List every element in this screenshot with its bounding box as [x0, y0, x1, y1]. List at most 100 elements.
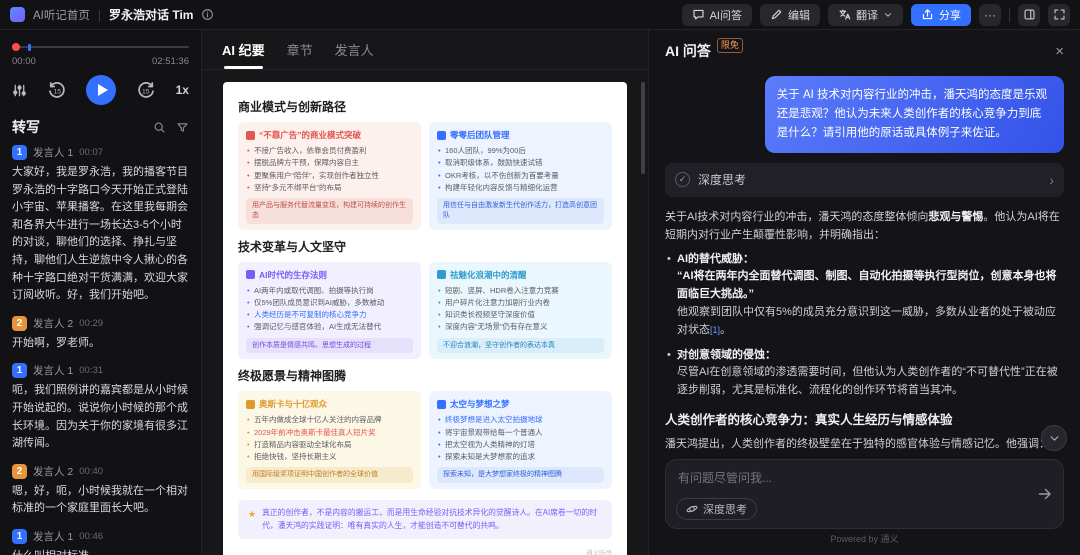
qa-input-box[interactable]: 深度思考	[665, 459, 1064, 529]
card-footer: 用国际级奖项证明中国创作者的全球价值	[246, 467, 413, 483]
summary-card[interactable]: 奥斯卡与十亿观众 五年内做成全球十亿人关注的内容品牌 2029年前冲击奥斯卡最佳…	[238, 391, 421, 489]
transcript-list[interactable]: 1 发言人 1 00:07 大家好，我是罗永浩，我的播客节目罗永浩的十字路口今天…	[0, 143, 201, 555]
deep-think-toggle-label: 深度思考	[703, 501, 747, 517]
deep-think-accordion[interactable]: ✓ 深度思考 ›	[665, 163, 1064, 197]
deep-think-toggle[interactable]: 深度思考	[676, 498, 757, 520]
summary-scroll-area[interactable]: 商业模式与创新路径 “不靠广告”的商业模式突破 不接广告收入，依靠会员付费盈利 …	[202, 70, 648, 555]
translate-button[interactable]: 翻译	[828, 4, 903, 26]
answer-bullet: AI的替代威胁： “AI将在两年内全面替代调图、制图、自动化拍摄等执行型岗位，创…	[665, 251, 1064, 340]
equalizer-icon[interactable]	[12, 83, 27, 98]
card-bullet: 用户碎片化注意力加剧行业内卷	[437, 297, 604, 308]
summary-card[interactable]: AI时代的生存法则 AI两年内或取代调图、拍摄等执行岗 仅5%团队成员意识到AI…	[238, 262, 421, 360]
filter-icon[interactable]	[176, 121, 189, 134]
card-bullet: 拒绝快钱，坚持长期主义	[246, 451, 413, 462]
card-bullet: 仅5%团队成员意识到AI威胁，多数被动	[246, 297, 413, 308]
transcript-text[interactable]: 大家好，我是罗永浩，我的播客节目罗永浩的十字路口今天开始正式登陆小宇宙、苹果播客…	[12, 164, 189, 305]
speed-button[interactable]: 1x	[176, 83, 189, 97]
speaker-name: 发言人 1	[33, 363, 73, 378]
card-bullet: 不接广告收入，依靠会员付费盈利	[246, 145, 413, 156]
transcript-entry[interactable]: 1 发言人 1 00:46 什么叫相对标准。	[12, 529, 189, 555]
card-icon	[437, 270, 446, 279]
transcript-text[interactable]: 呃，我们照例讲的嘉宾都是从小时候开始说起的。说说你小时候的那个成长环境。因为关于…	[12, 382, 189, 452]
tab-speakers[interactable]: 发言人	[335, 30, 374, 69]
card-bullet: OKR考核，以不伤创新为首要考量	[437, 170, 604, 181]
transcript-entry[interactable]: 2 发言人 2 00:40 嗯，好，呃，小时候我就在一个相对标准的一个家庭里面长…	[12, 464, 189, 518]
share-button[interactable]: 分享	[911, 4, 971, 26]
speaker-badge: 1	[12, 529, 27, 544]
card-title: 零零后团队管理	[450, 129, 510, 141]
qa-input-area: 深度思考 Powered by 通义	[649, 449, 1080, 555]
card-icon	[246, 400, 255, 409]
transcript-entry[interactable]: 1 发言人 1 00:07 大家好，我是罗永浩，我的播客节目罗永浩的十字路口今天…	[12, 145, 189, 305]
tab-chapters[interactable]: 章节	[287, 30, 313, 69]
speaker-badge: 1	[12, 363, 27, 378]
tab-ai-summary[interactable]: AI 纪要	[222, 30, 265, 69]
card-bullet: 知识类长视频坚守深度价值	[437, 309, 604, 320]
pencil-icon	[770, 8, 783, 21]
transcript-text[interactable]: 嗯，好，呃，小时候我就在一个相对标准的一个家庭里面长大吧。	[12, 483, 189, 518]
qa-input[interactable]	[678, 469, 1023, 491]
transcript-entry[interactable]: 2 发言人 2 00:29 开始啊，罗老师。	[12, 316, 189, 353]
section-title: 终极愿景与精神图腾	[238, 367, 612, 384]
edit-label: 编辑	[788, 7, 810, 23]
speaker-badge: 2	[12, 464, 27, 479]
scrollbar[interactable]	[641, 82, 645, 174]
summary-card[interactable]: 太空与梦想之梦 终极梦想是进入太空拍摄地球 将宇宙景观带给每一个普通人 把太空视…	[429, 391, 612, 489]
card-icon	[246, 270, 255, 279]
ai-answer: 关于AI技术对内容行业的冲击，潘天鸿的态度整体倾向悲观与警惕。他认为AI将在短期…	[665, 209, 1064, 449]
summary-card[interactable]: “不靠广告”的商业模式突破 不接广告收入，依靠会员付费盈利 摆脱品牌方干预，保障…	[238, 122, 421, 230]
card-bullet: 2029年前冲击奥斯卡最佳真人短片奖	[246, 427, 413, 438]
send-button[interactable]	[1037, 486, 1053, 502]
transcript-entry[interactable]: 1 发言人 1 00:31 呃，我们照例讲的嘉宾都是从小时候开始说起的。说说你小…	[12, 363, 189, 452]
search-icon[interactable]	[153, 121, 166, 134]
qa-panel-title: AI 问答	[665, 41, 711, 61]
speaker-name: 发言人 2	[33, 316, 73, 331]
user-question-bubble: 关于 AI 技术对内容行业的冲击，潘天鸿的态度是乐观还是悲观？他认为未来人类创作…	[765, 76, 1064, 153]
more-button[interactable]: ···	[979, 4, 1001, 26]
transcript-text[interactable]: 开始啊，罗老师。	[12, 335, 189, 353]
check-icon: ✓	[675, 172, 690, 187]
card-bullet: AI两年内或取代调图、拍摄等执行岗	[246, 285, 413, 296]
play-button[interactable]	[86, 75, 116, 105]
main-area: 00:00 02:51:36 15 15 1x	[0, 30, 1080, 555]
send-icon	[1037, 486, 1053, 502]
app-logo-icon	[10, 7, 25, 22]
fullscreen-icon[interactable]	[1048, 4, 1070, 26]
scroll-to-bottom-button[interactable]	[1041, 425, 1067, 451]
card-footer: 创作本质是情感共鸣、思想生成的过程	[246, 338, 413, 354]
breadcrumb-home[interactable]: AI听记首页	[33, 7, 90, 23]
bullet-text: 尽管AI在创意领域的渗透需要时间，但他认为人类创作者的“不可替代性”正在被逐步削…	[677, 366, 1058, 396]
ai-qa-button[interactable]: AI问答	[682, 4, 752, 26]
topbar-actions: AI问答 编辑 翻译 分享 ···	[682, 4, 1070, 26]
card-bullet: 160人团队，99%为00后	[437, 145, 604, 156]
share-icon	[921, 8, 934, 21]
rewind-15-button[interactable]: 15	[47, 80, 67, 100]
transcript-text[interactable]: 什么叫相对标准。	[12, 548, 189, 555]
close-icon[interactable]: ×	[1055, 43, 1064, 60]
summary-card[interactable]: 祛魅化浪潮中的清醒 短剧、竖屏、HDR卷入注意力竞赛 用户碎片化注意力加剧行业内…	[429, 262, 612, 360]
edit-button[interactable]: 编辑	[760, 4, 820, 26]
comment-panel-icon[interactable]	[1018, 4, 1040, 26]
summary-card[interactable]: 零零后团队管理 160人团队，99%为00后 取消职级体系，鼓励快速试错 OKR…	[429, 122, 612, 230]
card-bullet: 短剧、竖屏、HDR卷入注意力竞赛	[437, 285, 604, 296]
timestamp[interactable]: 00:07	[79, 147, 103, 158]
speaker-badge: 2	[12, 316, 27, 331]
timestamp[interactable]: 00:40	[79, 466, 103, 477]
chevron-down-icon	[883, 10, 893, 20]
bullet-text: 。	[720, 324, 731, 336]
timestamp[interactable]: 00:31	[79, 365, 103, 376]
forward-15-button[interactable]: 15	[136, 80, 156, 100]
card-title: 奥斯卡与十亿观众	[259, 398, 327, 410]
seek-bar[interactable]	[12, 42, 189, 52]
qa-chat-area[interactable]: 关于 AI 技术对内容行业的冲击，潘天鸿的态度是乐观还是悲观？他认为未来人类创作…	[649, 72, 1080, 449]
mindmap-page: 商业模式与创新路径 “不靠广告”的商业模式突破 不接广告收入，依靠会员付费盈利 …	[223, 82, 627, 555]
citation-link[interactable]: [1]	[710, 325, 720, 335]
info-icon[interactable]	[201, 8, 214, 21]
timestamp[interactable]: 00:46	[79, 531, 103, 542]
playhead[interactable]	[12, 43, 20, 51]
card-title: 太空与梦想之梦	[450, 398, 510, 410]
speaker-name: 发言人 1	[33, 529, 73, 544]
timestamp[interactable]: 00:29	[79, 318, 103, 329]
card-bullet: 打造精品内容驱动全球化布局	[246, 439, 413, 450]
timeline-marker	[28, 44, 31, 51]
